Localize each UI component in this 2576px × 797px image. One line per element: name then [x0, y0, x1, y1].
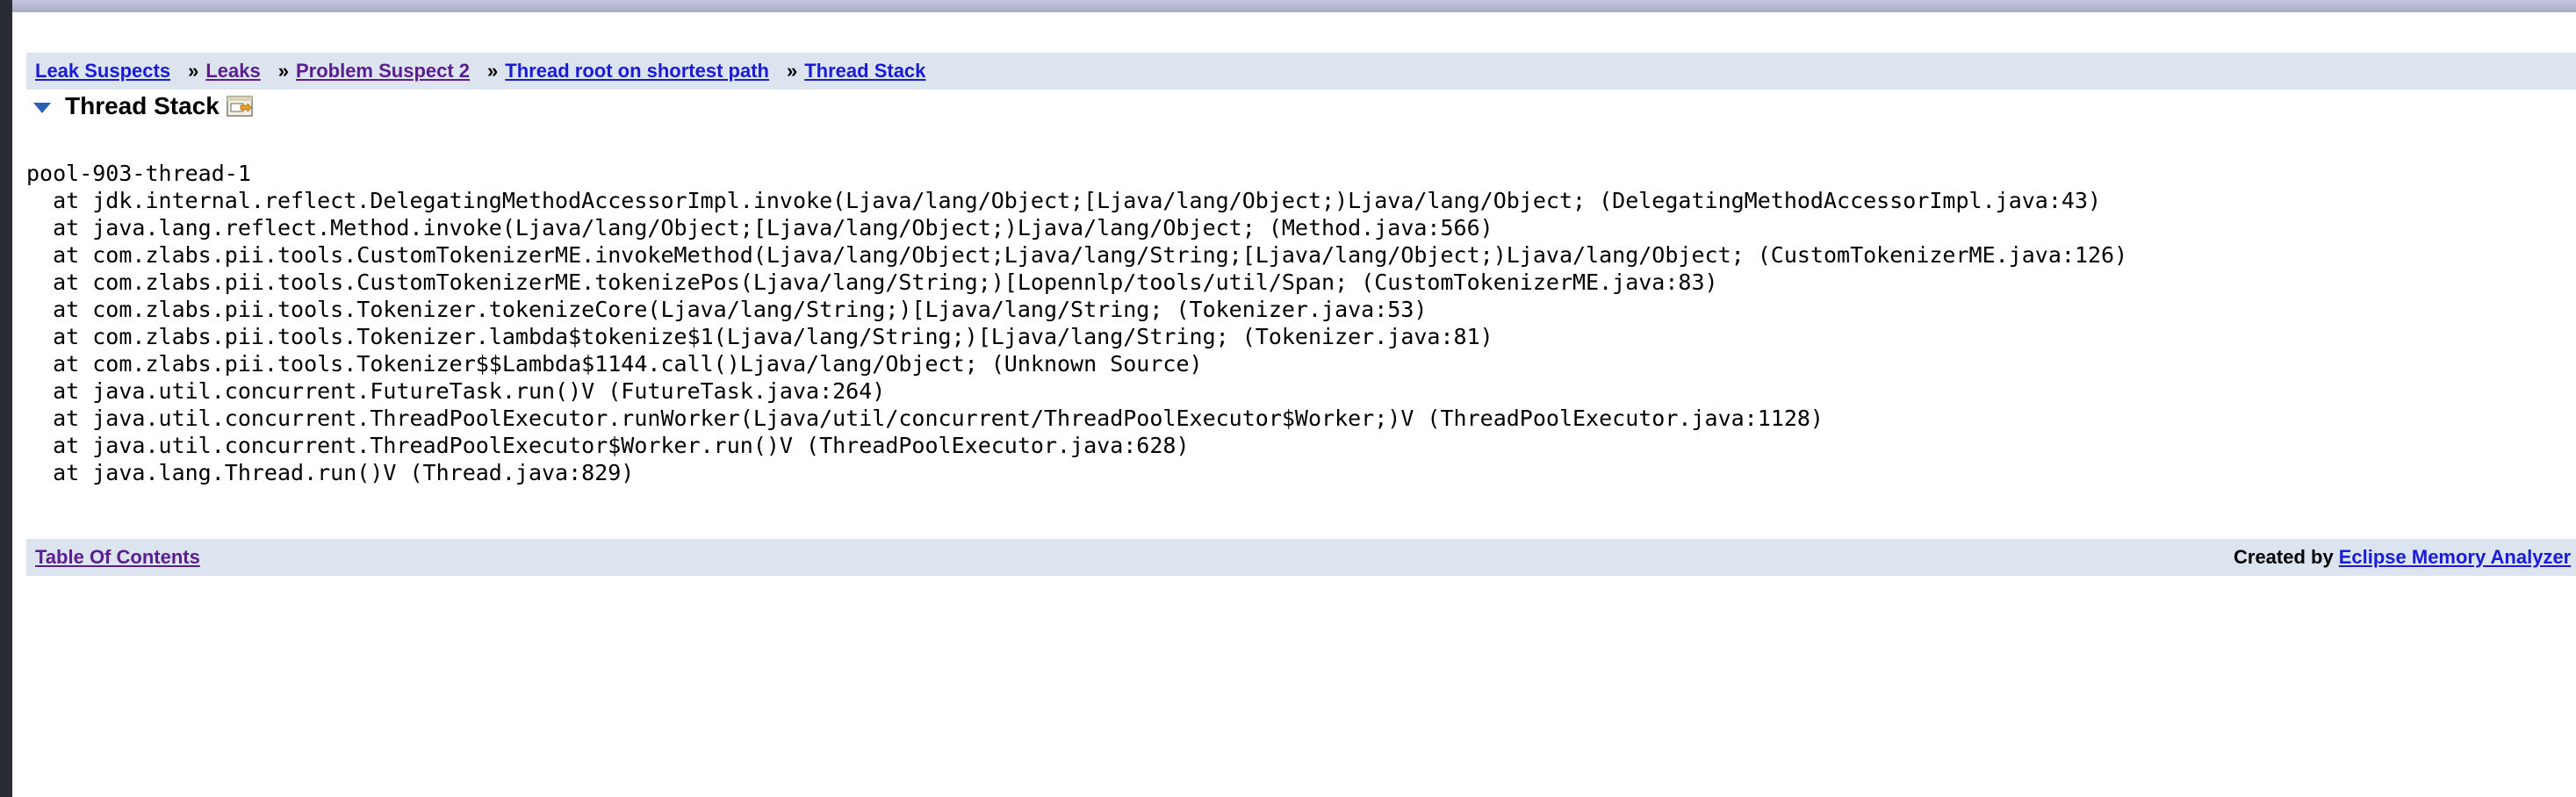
- stack-frame: at com.zlabs.pii.tools.Tokenizer$$Lambda…: [26, 351, 1203, 377]
- stack-frame: at com.zlabs.pii.tools.CustomTokenizerME…: [26, 242, 2128, 268]
- breadcrumb-problem-suspect-2[interactable]: Problem Suspect 2: [296, 60, 470, 83]
- eclipse-memory-analyzer-link[interactable]: Eclipse Memory Analyzer: [2339, 546, 2572, 569]
- table-of-contents-link[interactable]: Table Of Contents: [35, 546, 200, 569]
- section-header: Thread Stack: [26, 91, 253, 121]
- breadcrumb-thread-root[interactable]: Thread root on shortest path: [505, 60, 769, 83]
- stack-frame: at com.zlabs.pii.tools.Tokenizer.lambda$…: [26, 324, 1493, 349]
- breadcrumb-leaks[interactable]: Leaks: [205, 60, 260, 83]
- thread-stack-text: pool-903-thread-1 at jdk.internal.reflec…: [26, 160, 2127, 486]
- stack-frame: at jdk.internal.reflect.DelegatingMethod…: [26, 188, 2102, 213]
- footer-bar: Table Of Contents Created by Eclipse Mem…: [26, 539, 2576, 576]
- stack-frame: at com.zlabs.pii.tools.CustomTokenizerME…: [26, 269, 1718, 295]
- breadcrumb-separator: »: [277, 60, 289, 82]
- breadcrumb-thread-stack[interactable]: Thread Stack: [804, 60, 925, 83]
- top-border: [12, 0, 2576, 12]
- created-by-label: Created by: [2234, 546, 2334, 568]
- report-page: Leak Suspects » Leaks » Problem Suspect …: [0, 0, 2576, 797]
- section-title: Thread Stack: [65, 92, 219, 119]
- breadcrumb-leak-suspects[interactable]: Leak Suspects: [35, 60, 170, 83]
- breadcrumb-separator: »: [786, 60, 798, 82]
- stack-frame: at java.util.concurrent.ThreadPoolExecut…: [26, 406, 1824, 431]
- collapse-triangle-icon[interactable]: [33, 103, 51, 113]
- thread-name: pool-903-thread-1: [26, 161, 251, 186]
- window-edge: [0, 0, 12, 797]
- stack-frame: at java.lang.reflect.Method.invoke(Ljava…: [26, 215, 1493, 241]
- created-by: Created by Eclipse Memory Analyzer: [2234, 539, 2571, 576]
- breadcrumb-separator: »: [487, 60, 499, 82]
- stack-frame: at java.lang.Thread.run()V (Thread.java:…: [26, 460, 635, 485]
- stack-frame: at java.util.concurrent.FutureTask.run()…: [26, 378, 886, 404]
- rename-icon[interactable]: [227, 94, 253, 123]
- breadcrumb-separator: »: [188, 60, 199, 82]
- stack-frame: at java.util.concurrent.ThreadPoolExecut…: [26, 433, 1190, 458]
- breadcrumb: Leak Suspects » Leaks » Problem Suspect …: [26, 53, 2576, 90]
- stack-frame: at com.zlabs.pii.tools.Tokenizer.tokeniz…: [26, 297, 1428, 322]
